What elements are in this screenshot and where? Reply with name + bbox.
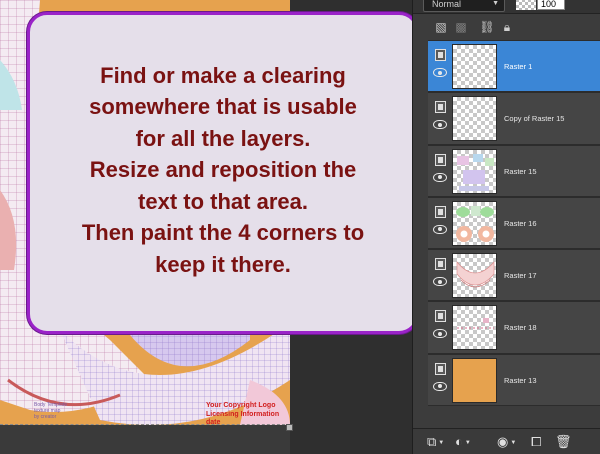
opacity-swatch-icon: [516, 0, 536, 10]
mask-icon[interactable]: ◉ ▼: [497, 434, 516, 450]
layer-name: Raster 15: [504, 166, 537, 176]
thumbnail-art: [456, 205, 494, 242]
instruction-line-1: Find or make a clearing: [100, 62, 346, 88]
raster-layer-icon: [435, 49, 446, 61]
new-layer-icon[interactable]: ⧉ ▼: [427, 434, 444, 450]
layer-row-raster-1[interactable]: Raster 1: [428, 40, 600, 93]
copyright-line-1: Your Copyright Logo: [206, 402, 276, 409]
thumbnail-art: [457, 318, 494, 329]
layer-icons: [432, 308, 450, 348]
chevron-down-icon: ▼: [438, 439, 445, 446]
raster-layer-icon: [435, 258, 446, 271]
layer-name: Copy of Raster 15: [504, 114, 565, 124]
layer-group-icon[interactable]: ▩: [453, 19, 469, 35]
visibility-eye-icon[interactable]: [433, 224, 447, 234]
layer-name: Raster 17: [504, 271, 537, 281]
layer-row-raster-17[interactable]: Raster 17: [428, 249, 600, 302]
raster-layer-icon: [435, 101, 446, 114]
layer-name: Raster 13: [504, 375, 537, 385]
layer-row-copy-of-raster-15[interactable]: Copy of Raster 15: [428, 92, 600, 145]
small-text-line-3: by creator: [34, 414, 57, 420]
layer-row-raster-13[interactable]: Raster 13: [428, 353, 600, 407]
lock-icon[interactable]: 🔒︎: [499, 19, 515, 35]
visibility-eye-icon[interactable]: [433, 172, 447, 182]
copyright-line-2: Licensing Information: [206, 410, 280, 418]
layer-row-raster-18[interactable]: Raster 18: [428, 301, 600, 354]
layer-list: Raster 1 Copy of Raster 15 Raster 15 Ras…: [428, 40, 600, 407]
chevron-down-icon: ▼: [492, 0, 499, 7]
visibility-eye-icon[interactable]: [433, 277, 447, 287]
canvas-resize-handle[interactable]: [286, 424, 293, 431]
merge-icon[interactable]: ⧠: [531, 434, 541, 450]
layer-name: Raster 1: [504, 62, 533, 71]
visibility-eye-icon[interactable]: [433, 381, 447, 391]
layer-thumbnail: [452, 148, 497, 194]
layer-icons: [432, 256, 450, 296]
raster-layer-icon: [435, 362, 446, 375]
layer-thumbnail: [452, 200, 497, 246]
layer-mask-icon[interactable]: ▧: [433, 19, 449, 35]
layer-row-raster-16[interactable]: Raster 16: [428, 196, 600, 250]
template-small-text: Body Template texture map by creator: [34, 402, 96, 420]
thumbnail-art: [456, 261, 495, 288]
layer-icons: [432, 361, 450, 401]
visibility-eye-icon[interactable]: [433, 120, 447, 130]
thumbnail-art: [457, 153, 494, 191]
instruction-callout: Find or make a clearing somewhere that i…: [27, 12, 419, 334]
layer-thumbnail: [452, 357, 497, 403]
layer-thumbnail: [452, 44, 497, 89]
layer-name: Raster 16: [504, 218, 537, 228]
instruction-line-4: Resize and reposition the: [89, 157, 357, 183]
opacity-field[interactable]: 100: [537, 0, 565, 10]
layers-footer-toolbar: ⧉ ▼ ◐ ▼ ◉ ▼ ⧠ 🗑︎: [413, 428, 600, 454]
raster-layer-icon: [435, 205, 446, 218]
layer-thumbnail: [452, 253, 497, 299]
layer-name: Raster 18: [504, 323, 537, 333]
raster-layer-icon: [435, 310, 446, 323]
layer-thumbnail: [452, 305, 497, 351]
layers-toolbar: ▧ ▩ ⛓ 🔒︎: [413, 14, 600, 40]
layer-icons: [432, 47, 450, 87]
instruction-line-3: for all the layers.: [135, 125, 311, 151]
instruction-line-6: Then paint the 4 corners to: [81, 220, 365, 246]
instruction-text: Find or make a clearing somewhere that i…: [82, 60, 364, 281]
blend-mode-dropdown[interactable]: Normal ▼: [423, 0, 505, 12]
blend-opacity-bar: Normal ▼ 100: [413, 0, 600, 14]
layer-icons: [432, 204, 450, 244]
visibility-eye-icon[interactable]: [433, 329, 447, 339]
layer-row-raster-15[interactable]: Raster 15: [428, 144, 600, 197]
delete-icon[interactable]: 🗑︎: [555, 434, 572, 450]
adjustment-layer-icon[interactable]: ◐ ▼: [455, 434, 471, 450]
layer-icons: [432, 152, 450, 192]
chevron-down-icon: ▼: [510, 439, 517, 446]
visibility-eye-icon[interactable]: [433, 68, 447, 77]
copyright-note: Your Copyright Logo Licensing Informatio…: [206, 402, 286, 425]
blend-mode-value: Normal: [432, 0, 462, 9]
layer-thumbnail: [452, 96, 497, 142]
instruction-line-5: text to that area.: [138, 188, 308, 214]
layer-icons: [432, 99, 450, 139]
instruction-line-2: somewhere that is usable: [89, 94, 357, 120]
chevron-down-icon: ▼: [464, 439, 471, 446]
canvas-marquee-edge: [0, 424, 290, 425]
layers-panel: Normal ▼ 100 ▧ ▩ ⛓ 🔒︎ Raster 1 Copy of R…: [412, 0, 600, 454]
link-icon[interactable]: ⛓: [479, 19, 495, 35]
raster-layer-icon: [435, 153, 446, 166]
instruction-line-7: keep it there.: [155, 251, 291, 277]
